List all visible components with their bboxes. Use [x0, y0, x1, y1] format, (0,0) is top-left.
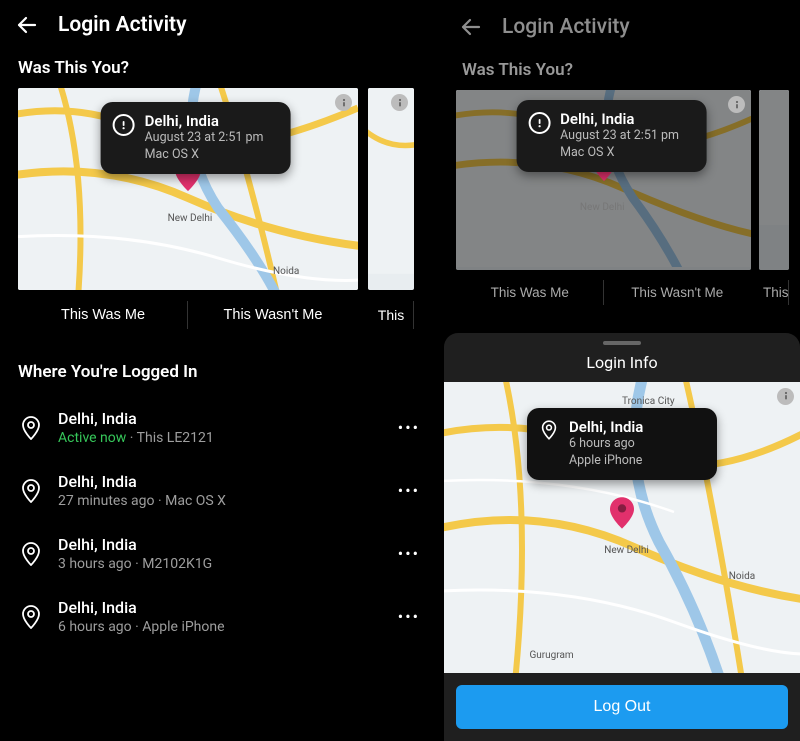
alert-icon	[113, 114, 135, 136]
session-detail: Active now · This LE2121	[58, 430, 378, 446]
bubble-device: Apple iPhone	[569, 453, 643, 470]
section-was-this-you: Was This You?	[444, 48, 800, 90]
screen-login-activity: Login Activity Was This You?	[0, 0, 444, 741]
session-location: Delhi, India	[58, 472, 378, 491]
city-label: New Delhi	[168, 213, 213, 224]
log-out-button[interactable]: Log Out	[456, 685, 788, 729]
location-pin-icon	[18, 605, 44, 629]
this-was-me-button-peek[interactable]: This	[759, 270, 789, 315]
area-label: Gurugram	[529, 650, 573, 661]
area-label: Noida	[729, 571, 755, 582]
more-icon[interactable]: •••	[392, 418, 426, 437]
this-wasnt-me-button[interactable]: This Wasn't Me	[604, 270, 752, 315]
map[interactable]: Delhi, India 6 hours ago Apple iPhone Ne…	[444, 382, 800, 673]
bubble-time: 6 hours ago	[569, 436, 643, 453]
location-pin-icon	[18, 416, 44, 440]
bubble-location: Delhi, India	[569, 418, 643, 436]
session-detail: 6 hours ago · Apple iPhone	[58, 619, 378, 635]
bubble-time: August 23 at 2:51 pm	[145, 130, 264, 147]
session-detail: 27 minutes ago · Mac OS X	[58, 493, 378, 509]
login-card: Delhi, India August 23 at 2:51 pm Mac OS…	[456, 90, 751, 315]
bubble-location: Delhi, India	[145, 112, 264, 130]
login-bubble: Delhi, India August 23 at 2:51 pm Mac OS…	[101, 102, 291, 174]
info-icon[interactable]	[391, 94, 408, 111]
login-bubble: Delhi, India August 23 at 2:51 pm Mac OS…	[516, 100, 706, 172]
map	[759, 90, 789, 270]
location-pin-icon	[539, 420, 559, 440]
confirm-row: This Was Me This Wasn't Me	[456, 270, 751, 315]
session-row[interactable]: Delhi, India 27 minutes ago · Mac OS X •…	[10, 459, 434, 522]
session-row[interactable]: Delhi, India 6 hours ago · Apple iPhone …	[10, 585, 434, 648]
bubble-device: Mac OS X	[560, 145, 679, 162]
sheet-handle[interactable]	[603, 341, 641, 345]
map	[368, 88, 414, 290]
alert-icon	[528, 112, 550, 134]
session-row[interactable]: Delhi, India Active now · This LE2121 ••…	[10, 396, 434, 459]
bubble-time: August 23 at 2:51 pm	[560, 128, 679, 145]
login-bubble: Delhi, India 6 hours ago Apple iPhone	[527, 408, 717, 480]
session-row[interactable]: Delhi, India 3 hours ago · M2102K1G •••	[10, 522, 434, 585]
header: Login Activity	[0, 0, 444, 46]
map: Delhi, India August 23 at 2:51 pm Mac OS…	[456, 90, 751, 270]
login-info-sheet: Login Info Delhi, India 6 hours ago	[444, 333, 800, 741]
area-label: Noida	[273, 266, 299, 277]
more-icon[interactable]: •••	[392, 607, 426, 626]
location-pin-icon	[18, 542, 44, 566]
this-was-me-button-peek[interactable]: This	[368, 290, 414, 340]
session-location: Delhi, India	[58, 409, 378, 428]
this-was-me-button[interactable]: This Was Me	[456, 270, 604, 315]
more-icon[interactable]: •••	[392, 481, 426, 500]
bubble-location: Delhi, India	[560, 110, 679, 128]
login-card: Delhi, India August 23 at 2:51 pm Mac OS…	[18, 88, 358, 340]
session-location: Delhi, India	[58, 598, 378, 617]
login-cards-row[interactable]: Delhi, India August 23 at 2:51 pm Mac OS…	[0, 88, 444, 340]
more-icon[interactable]: •••	[392, 544, 426, 563]
section-was-this-you: Was This You?	[0, 46, 444, 88]
confirm-row: This Was Me This Wasn't Me	[18, 290, 358, 340]
this-wasnt-me-button[interactable]: This Wasn't Me	[188, 290, 358, 340]
sessions-list: Delhi, India Active now · This LE2121 ••…	[0, 392, 444, 648]
login-cards-row: Delhi, India August 23 at 2:51 pm Mac OS…	[444, 90, 800, 315]
map[interactable]: Delhi, India August 23 at 2:51 pm Mac OS…	[18, 88, 358, 290]
back-icon[interactable]	[458, 14, 484, 40]
session-detail: 3 hours ago · M2102K1G	[58, 556, 378, 572]
screen-login-info: Login Activity Was This You? Delhi, Indi	[444, 0, 800, 741]
section-where-logged-in: Where You're Logged In	[0, 340, 444, 392]
login-card-peek[interactable]: This	[368, 88, 414, 340]
page-title: Login Activity	[58, 13, 187, 37]
city-label: New Delhi	[604, 545, 649, 556]
login-card-peek: This	[759, 90, 789, 315]
info-icon[interactable]	[335, 94, 352, 111]
info-icon	[728, 96, 745, 113]
map-pin-icon	[610, 497, 634, 533]
this-was-me-button[interactable]: This Was Me	[18, 290, 188, 340]
bubble-device: Mac OS X	[145, 147, 264, 164]
header: Login Activity	[444, 0, 800, 48]
info-icon[interactable]	[777, 388, 794, 405]
back-icon[interactable]	[14, 12, 40, 38]
sheet-title: Login Info	[444, 349, 800, 382]
location-pin-icon	[18, 479, 44, 503]
page-title: Login Activity	[502, 15, 630, 39]
city-label: New Delhi	[580, 202, 625, 213]
session-location: Delhi, India	[58, 535, 378, 554]
area-label: Tronica City	[622, 396, 675, 407]
